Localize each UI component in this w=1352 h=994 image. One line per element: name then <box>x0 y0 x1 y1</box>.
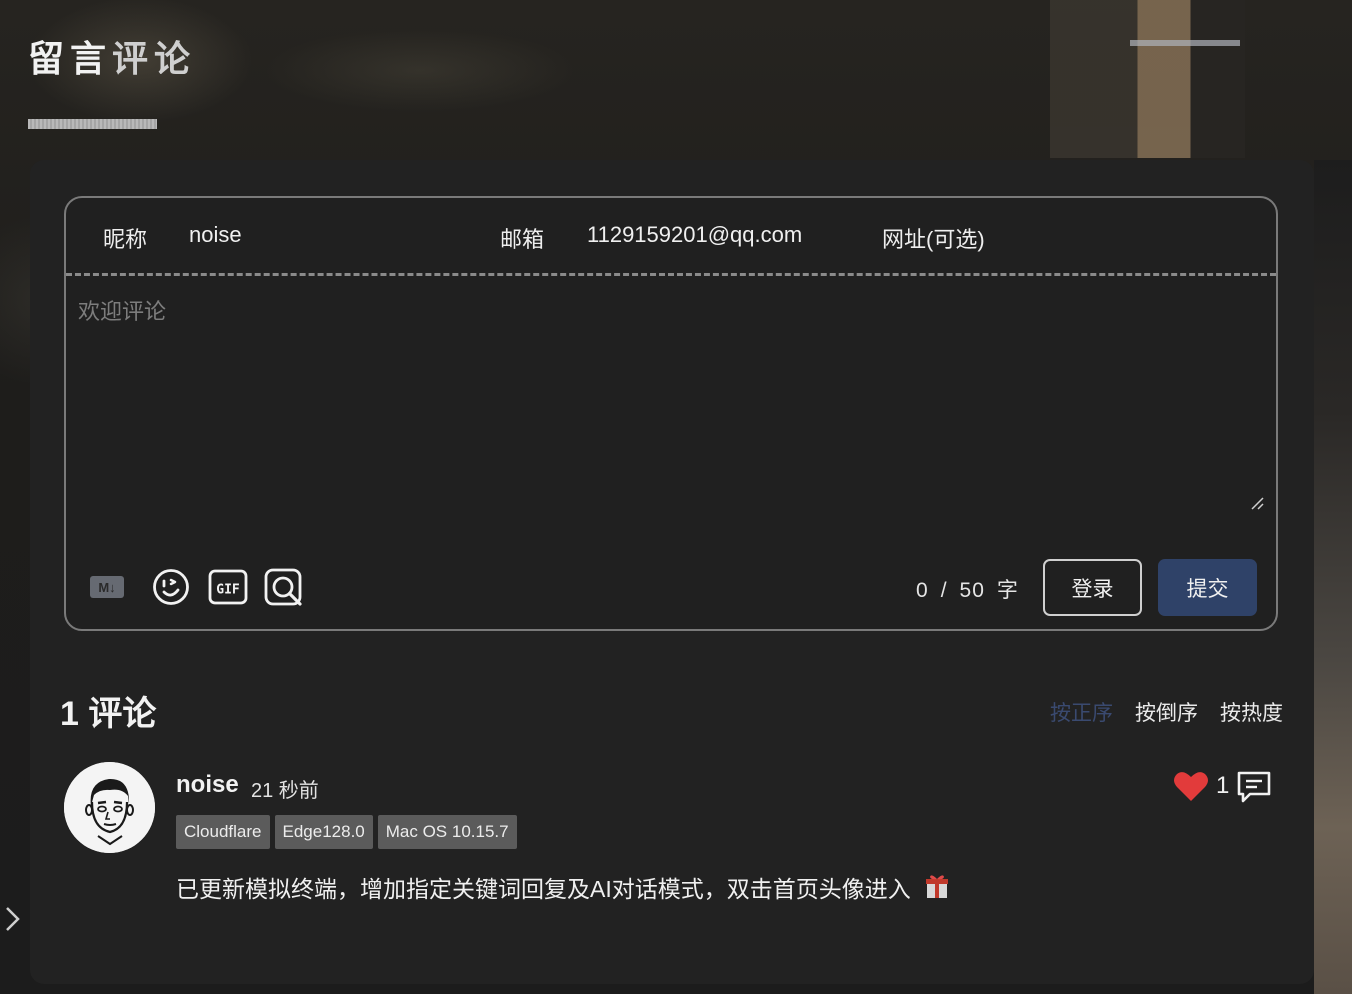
title-underline <box>28 119 157 129</box>
like-count: 1 <box>1216 772 1230 799</box>
page-title-strong: 留言 <box>28 38 113 79</box>
resize-handle-icon[interactable] <box>1250 496 1264 510</box>
sort-tab-descending[interactable]: 按倒序 <box>1135 697 1198 727</box>
submit-button[interactable]: 提交 <box>1158 559 1257 616</box>
comment-meta-row: 昵称 noise 邮箱 1129159201@qq.com 网址(可选) <box>66 198 1276 276</box>
comment-tags: Cloudflare Edge128.0 Mac OS 10.15.7 <box>176 815 517 849</box>
comment-time: 21 秒前 <box>251 780 319 802</box>
sort-tab-ascending[interactable]: 按正序 <box>1050 697 1113 727</box>
url-input[interactable]: 网址(可选) <box>882 222 985 254</box>
svg-text:GIF: GIF <box>216 583 240 598</box>
gif-icon[interactable]: GIF <box>208 568 248 606</box>
avatar[interactable] <box>64 762 155 853</box>
sort-tab-hot[interactable]: 按热度 <box>1220 697 1283 727</box>
word-count-unit: 字 <box>996 579 1019 602</box>
nick-input[interactable]: noise <box>189 222 242 248</box>
word-count: 0 / 50 字 <box>916 574 1019 604</box>
reply-icon[interactable] <box>1236 770 1272 804</box>
tag-os: Mac OS 10.15.7 <box>377 815 517 849</box>
background-edge <box>1314 160 1352 994</box>
background-building <box>1050 0 1245 158</box>
tag-browser: Edge128.0 <box>274 815 373 849</box>
comment-text-content: 已更新模拟终端，增加指定关键词回复及AI对话模式，双击首页头像进入 <box>176 876 911 902</box>
mail-label: 邮箱 <box>500 227 545 252</box>
login-button[interactable]: 登录 <box>1043 559 1142 616</box>
nick-label: 昵称 <box>103 227 148 252</box>
comment-author[interactable]: noise <box>176 771 239 799</box>
gift-icon <box>926 875 949 898</box>
word-count-separator: / <box>940 579 948 602</box>
word-count-max: 50 <box>959 579 985 602</box>
tag-network: Cloudflare <box>176 815 270 849</box>
word-count-current: 0 <box>916 579 929 602</box>
heart-icon[interactable] <box>1173 770 1209 802</box>
comment-form: 昵称 noise 邮箱 1129159201@qq.com 网址(可选) 欢迎评… <box>64 196 1278 631</box>
comment-textarea[interactable]: 欢迎评论 <box>78 294 1268 509</box>
comment-count-title: 1 评论 <box>60 695 157 733</box>
mail-input[interactable]: 1129159201@qq.com <box>587 222 802 248</box>
markdown-icon[interactable]: M↓ <box>90 576 124 598</box>
avatar-face-icon <box>64 762 155 853</box>
page-title: 留言评论 <box>28 30 196 82</box>
chevron-right-icon[interactable] <box>4 905 22 933</box>
emoji-icon[interactable] <box>152 568 190 606</box>
image-search-icon[interactable] <box>264 568 304 608</box>
sort-tabs: 按正序 按倒序 按热度 <box>1050 697 1283 727</box>
page-title-dim: 评论 <box>112 38 197 79</box>
comment-text: 已更新模拟终端，增加指定关键词回复及AI对话模式，双击首页头像进入 <box>176 870 949 904</box>
